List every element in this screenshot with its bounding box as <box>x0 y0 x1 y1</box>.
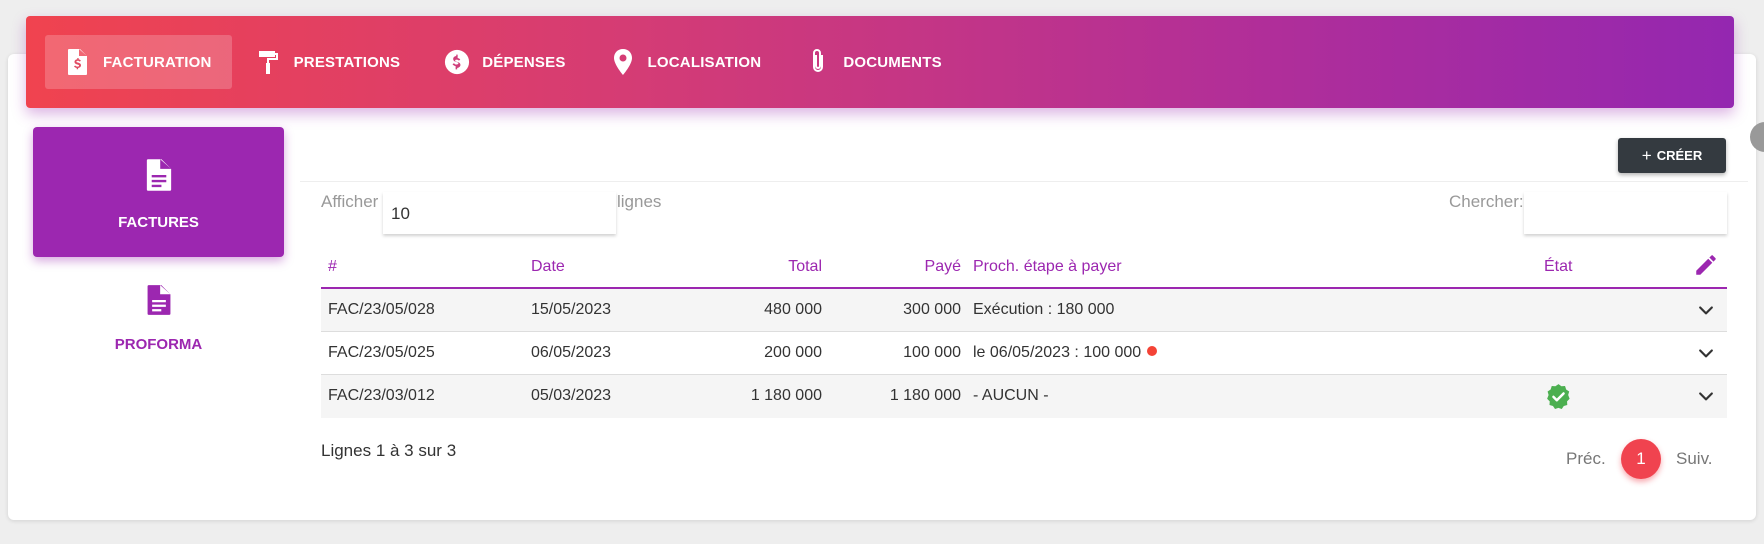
invoice-next-step-cell: le 06/05/2023 : 100 000 <box>973 344 1158 362</box>
column-header-status[interactable]: État <box>1544 258 1572 276</box>
chevron-down-icon[interactable] <box>1696 343 1716 363</box>
invoice-next-step: Exécution : 180 000 <box>973 301 1115 318</box>
chevron-down-icon[interactable] <box>1696 300 1716 320</box>
invoice-number: FAC/23/03/012 <box>328 387 435 404</box>
map-pin-icon <box>613 49 632 75</box>
nav-tab-prestations[interactable]: PRESTATIONS <box>236 35 421 89</box>
chevron-down-icon[interactable] <box>1696 386 1716 406</box>
rows-per-page-input[interactable]: 10 <box>383 192 616 234</box>
rows-label: lignes <box>617 192 662 211</box>
plus-icon: + <box>1641 145 1652 165</box>
invoice-paid: 100 000 <box>903 344 961 361</box>
nav-tab-label: LOCALISATION <box>647 53 762 71</box>
overdue-indicator-icon <box>1147 346 1158 356</box>
invoice-paid: 1 180 000 <box>889 387 961 404</box>
column-header-paid[interactable]: Payé <box>841 258 961 276</box>
nav-tab-label: DOCUMENTS <box>843 53 942 71</box>
invoice-number: FAC/23/05/025 <box>328 344 435 361</box>
table-row[interactable]: FAC/23/05/028 15/05/2023 480 000 300 000… <box>321 289 1727 332</box>
invoice-date: 06/05/2023 <box>531 344 612 361</box>
verified-check-icon <box>1547 384 1570 409</box>
divider <box>300 181 1748 182</box>
nav-tab-documents[interactable]: DOCUMENTS <box>785 35 961 89</box>
paperclip-icon <box>813 49 824 72</box>
top-navigation: FACTURATION PRESTATIONS DÉPENSES LOCALIS… <box>26 16 1734 108</box>
sidebar-item-label: FACTURES <box>118 213 199 231</box>
invoice-total: 1 180 000 <box>750 387 822 404</box>
document-icon <box>146 158 171 191</box>
table-row[interactable]: FAC/23/05/025 06/05/2023 200 000 100 000… <box>321 332 1727 375</box>
nav-tab-depenses[interactable]: DÉPENSES <box>424 35 585 89</box>
column-header-next-step[interactable]: Proch. étape à payer <box>973 258 1122 276</box>
nav-tab-localisation[interactable]: LOCALISATION <box>590 35 782 89</box>
dollar-circle-icon <box>445 49 470 75</box>
pagination-next-button[interactable]: Suiv. <box>1676 449 1713 469</box>
invoice-next-step: - AUCUN - <box>973 387 1049 404</box>
document-icon <box>147 285 170 315</box>
column-header-total[interactable]: Total <box>660 258 822 276</box>
nav-tab-label: FACTURATION <box>103 53 212 71</box>
search-input[interactable] <box>1524 192 1727 234</box>
pagination-page-button[interactable]: 1 <box>1621 439 1661 479</box>
column-header-number[interactable]: # <box>328 258 337 276</box>
search-label: Chercher: <box>1449 192 1524 211</box>
show-entries-label: Afficher <box>321 192 379 211</box>
sidebar-item-label: PROFORMA <box>114 336 203 353</box>
nav-tab-label: DÉPENSES <box>482 53 566 71</box>
pagination-prev-button[interactable]: Préc. <box>1566 449 1606 469</box>
invoices-table: # Date Total Payé Proch. étape à payer É… <box>321 246 1727 418</box>
invoice-total: 200 000 <box>764 344 822 361</box>
create-button[interactable]: + CRÉER <box>1618 138 1726 173</box>
sidebar-item-proforma[interactable]: PROFORMA <box>33 284 284 376</box>
paint-roller-icon <box>258 51 278 74</box>
invoice-total: 480 000 <box>764 301 822 318</box>
invoice-date: 05/03/2023 <box>531 387 612 404</box>
create-button-label: CRÉER <box>1656 148 1703 163</box>
table-row[interactable]: FAC/23/03/012 05/03/2023 1 180 000 1 180… <box>321 375 1727 418</box>
edit-pencil-icon[interactable] <box>1693 252 1719 278</box>
sidebar-item-factures[interactable]: FACTURES <box>33 127 284 257</box>
table-header: # Date Total Payé Proch. étape à payer É… <box>321 246 1727 289</box>
nav-tab-label: PRESTATIONS <box>293 53 401 71</box>
invoice-dollar-icon <box>68 49 87 75</box>
invoice-date: 15/05/2023 <box>531 301 612 318</box>
invoice-paid: 300 000 <box>903 301 961 318</box>
invoice-next-step: le 06/05/2023 : 100 000 <box>973 344 1142 361</box>
nav-tab-facturation[interactable]: FACTURATION <box>45 35 232 89</box>
invoice-number: FAC/23/05/028 <box>328 301 435 318</box>
column-header-date[interactable]: Date <box>531 258 565 276</box>
table-info: Lignes 1 à 3 sur 3 <box>321 441 457 460</box>
